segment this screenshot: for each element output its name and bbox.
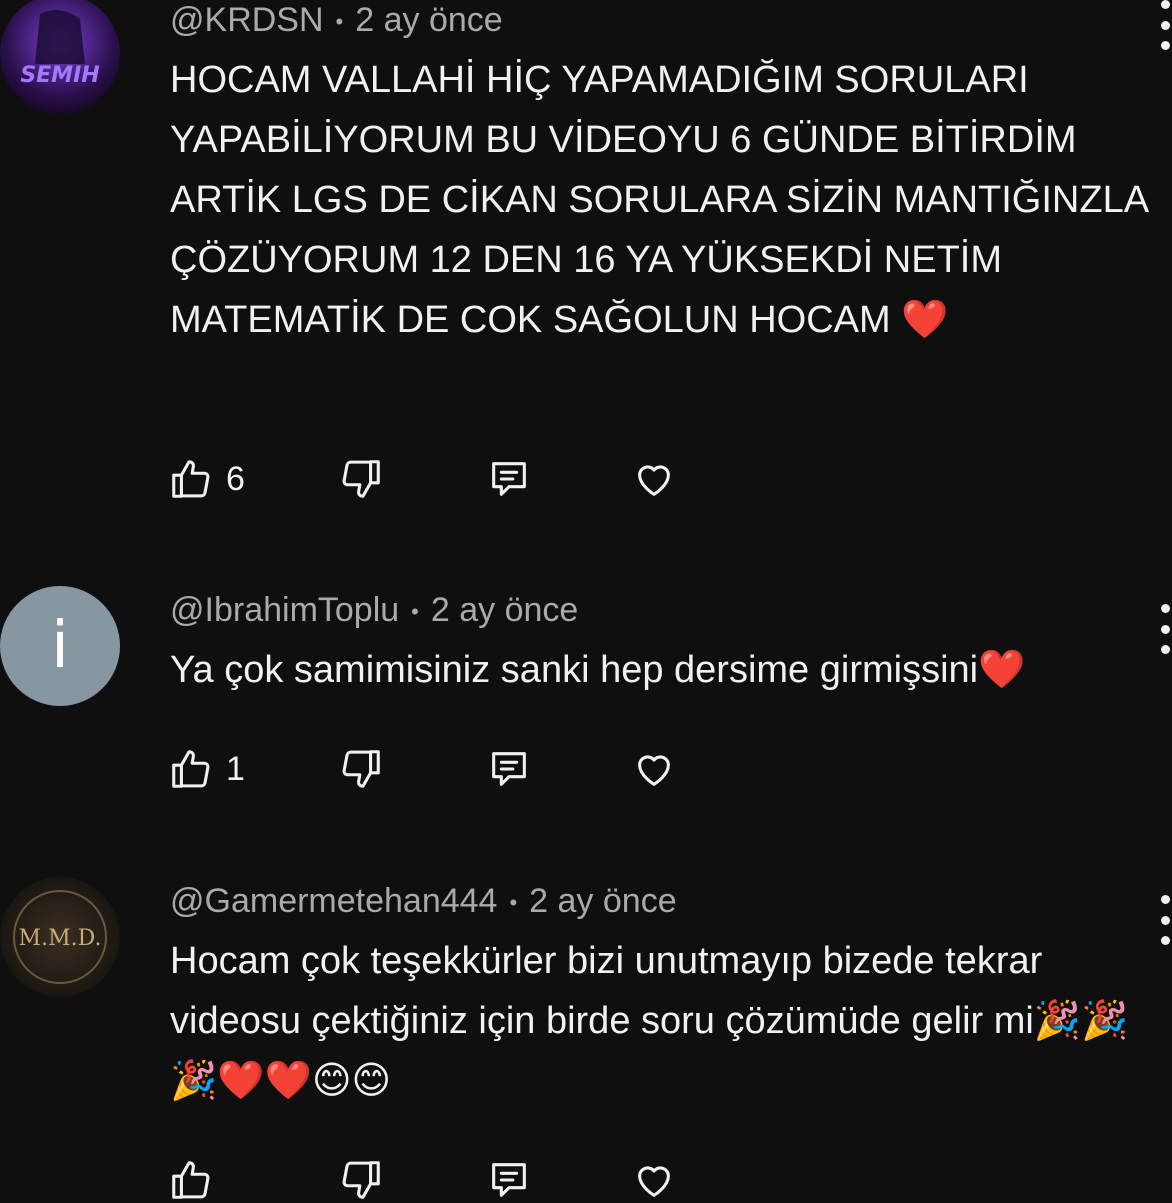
more-vertical-icon[interactable] xyxy=(1158,895,1172,945)
author-handle[interactable]: @Gamermetehan444 xyxy=(170,882,497,920)
reply-button[interactable] xyxy=(486,454,532,504)
svg-text:M.M.D.: M.M.D. xyxy=(19,926,102,951)
comment-actions: 1 xyxy=(168,744,728,794)
separator-dot: • xyxy=(509,890,518,916)
comment-text: HOCAM VALLAHİ HİÇ YAPAMADIĞIM SORULARI Y… xyxy=(170,59,1147,341)
comment-time: 2 ay önce xyxy=(355,1,503,39)
like-button[interactable]: 6 xyxy=(168,454,245,504)
svg-text:SEMIH: SEMIH xyxy=(20,63,99,88)
separator-dot: • xyxy=(335,9,344,35)
like-count: 1 xyxy=(226,749,245,788)
comment-text: Hocam çok teşekkürler bizi unutmayıp biz… xyxy=(170,940,1129,1102)
reply-icon xyxy=(492,1163,526,1197)
thumbs-down-icon xyxy=(342,1161,380,1199)
dislike-button[interactable] xyxy=(338,1155,384,1203)
comment-text: Ya çok samimisiniz sanki hep dersime gir… xyxy=(170,649,1026,691)
more-vertical-icon[interactable] xyxy=(1158,604,1172,654)
comment-header: @KRDSN • 2 ay önce xyxy=(170,0,503,42)
thumbs-up-icon xyxy=(172,460,210,498)
more-vertical-icon[interactable] xyxy=(1158,0,1172,50)
heart-button[interactable] xyxy=(631,744,677,794)
author-handle[interactable]: @IbrahimToplu xyxy=(170,591,399,629)
avatar-letter: i xyxy=(51,609,69,683)
dislike-button[interactable] xyxy=(338,744,384,794)
reply-icon xyxy=(492,462,526,496)
thumbs-down-icon xyxy=(342,750,380,788)
heart-button[interactable] xyxy=(631,1155,677,1203)
separator-dot: • xyxy=(411,599,419,625)
dislike-button[interactable] xyxy=(338,454,384,504)
comment-time: 2 ay önce xyxy=(430,591,579,629)
comment-header: @IbrahimToplu • 2 ay önce xyxy=(170,590,578,632)
heart-icon xyxy=(638,465,670,496)
like-count: 6 xyxy=(226,459,245,498)
like-button[interactable] xyxy=(168,1155,226,1203)
author-handle[interactable]: @KRDSN xyxy=(170,1,324,39)
reply-icon xyxy=(492,752,526,786)
avatar[interactable]: M.M.D. xyxy=(0,877,120,997)
thumbs-down-icon xyxy=(342,460,380,498)
comment-header: @Gamermetehan444 • 2 ay önce xyxy=(170,881,677,923)
heart-icon xyxy=(638,755,670,786)
thumbs-up-icon xyxy=(172,750,210,788)
reply-button[interactable] xyxy=(486,744,532,794)
comment-actions xyxy=(168,1155,728,1203)
comment-actions: 6 xyxy=(168,454,728,504)
like-button[interactable]: 1 xyxy=(168,744,245,794)
heart-icon xyxy=(638,1166,670,1197)
reply-button[interactable] xyxy=(486,1155,532,1203)
avatar[interactable]: SEMIH xyxy=(0,0,120,114)
comment-time: 2 ay önce xyxy=(529,882,677,920)
comments-list: SEMIH @KRDSN • 2 ay önce HOCAM VALLAHİ HİÇ… xyxy=(0,0,1172,1203)
heart-button[interactable] xyxy=(631,454,677,504)
avatar[interactable]: i xyxy=(0,586,120,706)
thumbs-up-icon xyxy=(172,1161,210,1199)
